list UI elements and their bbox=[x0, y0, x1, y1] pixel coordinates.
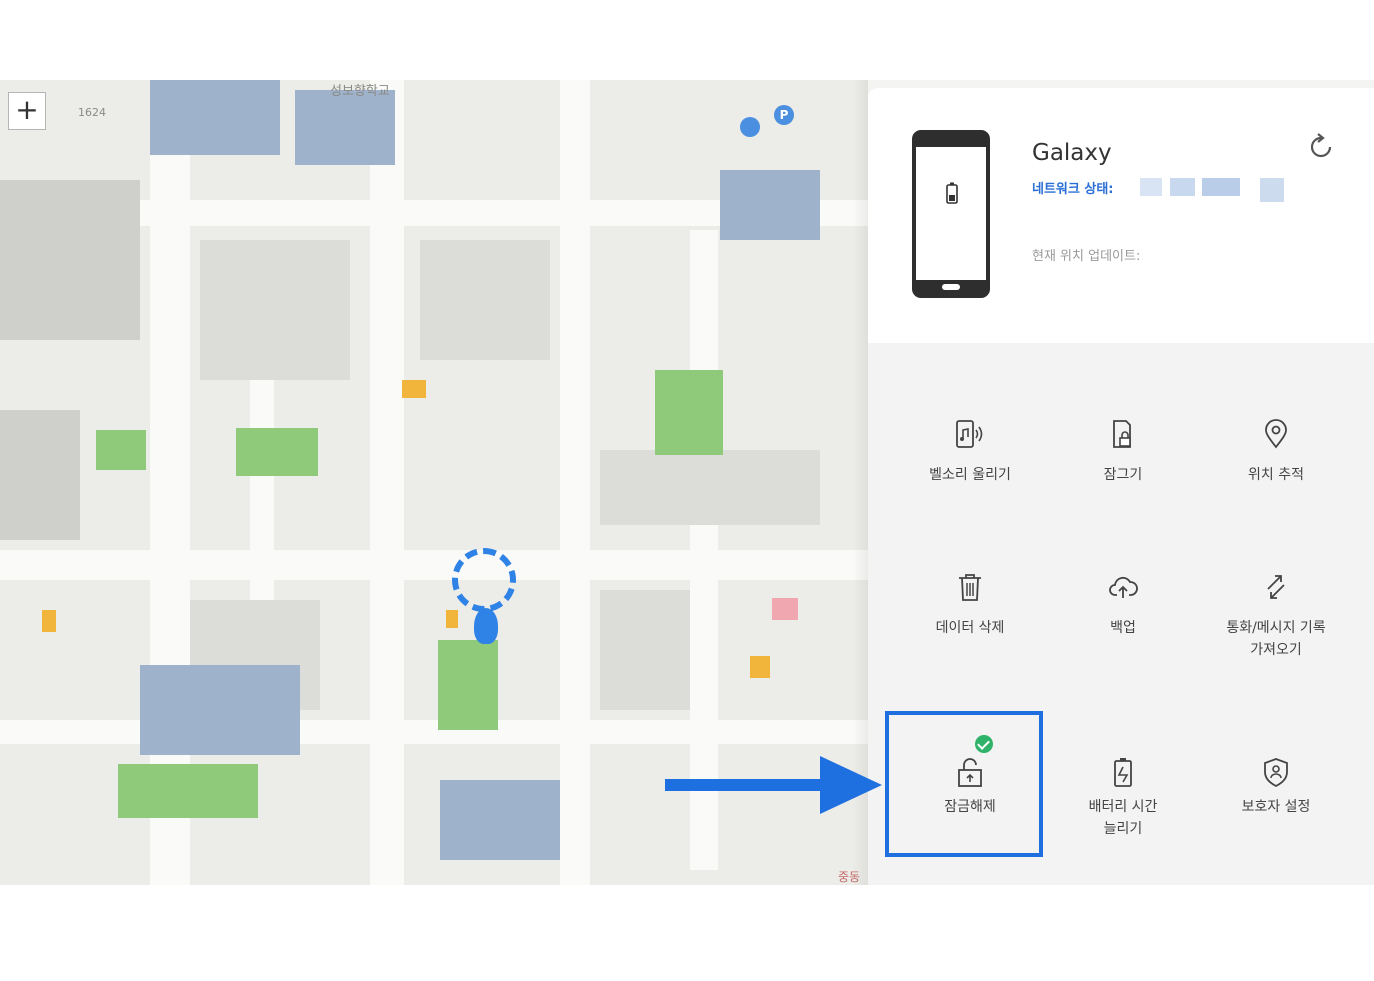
map-label: 1624 bbox=[78, 106, 106, 119]
map-building-blue bbox=[295, 90, 395, 165]
call-arrows-icon bbox=[1267, 575, 1285, 599]
trash-icon bbox=[959, 574, 981, 601]
action-label: 데이터 삭제 bbox=[935, 620, 1005, 636]
phone-icon bbox=[912, 130, 990, 298]
action-label: 보호자 설정 bbox=[1241, 799, 1311, 815]
refresh-icon[interactable] bbox=[1306, 132, 1336, 162]
parking-icon[interactable]: P bbox=[774, 105, 794, 125]
device-location-pin-icon[interactable] bbox=[474, 608, 498, 644]
action-backup-button[interactable]: 백업 bbox=[1048, 571, 1198, 711]
action-ring-button[interactable]: 벨소리 울리기 bbox=[895, 418, 1045, 558]
map-park bbox=[118, 764, 258, 818]
map-building bbox=[200, 240, 350, 380]
map-park bbox=[438, 640, 498, 730]
device-name: Galaxy bbox=[1032, 140, 1112, 166]
location-pin-icon bbox=[1265, 419, 1287, 449]
map-poi-marker[interactable] bbox=[42, 610, 56, 632]
action-label: 잠그기 bbox=[1103, 467, 1143, 483]
location-update-label: 현재 위치 업데이트: bbox=[1032, 249, 1141, 264]
map-building bbox=[600, 450, 820, 525]
action-label: 위치 추적 bbox=[1248, 467, 1304, 483]
map-building-blue bbox=[720, 170, 820, 240]
map-road bbox=[690, 230, 718, 870]
cloud-upload-icon bbox=[1109, 576, 1138, 598]
action-label: 통화/메시지 기록 가져오기 bbox=[1226, 620, 1326, 658]
device-info-card: Galaxy 네트워크 상태: 현재 위치 업데이트: bbox=[868, 88, 1374, 343]
action-lock-button[interactable]: 잠그기 bbox=[1048, 418, 1198, 558]
map-poi-marker[interactable] bbox=[446, 610, 458, 628]
map-poi-marker[interactable] bbox=[402, 380, 426, 398]
battery-icon bbox=[1114, 758, 1132, 787]
pointer-arrow-head-icon bbox=[820, 756, 882, 814]
map-view[interactable]: 성보향학교 1624 중동 P + bbox=[0, 80, 868, 885]
map-building-blue bbox=[140, 665, 300, 755]
lock-device-icon bbox=[1113, 420, 1131, 448]
action-erase-button[interactable]: 데이터 삭제 bbox=[895, 571, 1045, 711]
zoom-in-button[interactable]: + bbox=[8, 92, 46, 130]
map-park bbox=[236, 428, 318, 476]
network-status-value-redacted bbox=[1260, 178, 1284, 202]
action-label: 벨소리 울리기 bbox=[929, 467, 1011, 483]
ringtone-icon bbox=[956, 420, 983, 448]
map-park bbox=[96, 430, 146, 470]
action-retrieve-logs-button[interactable]: 통화/메시지 기록 가져오기 bbox=[1201, 571, 1351, 711]
action-guardian-button[interactable]: 보호자 설정 bbox=[1201, 756, 1351, 885]
action-label: 배터리 시간 늘리기 bbox=[1088, 799, 1158, 837]
device-location-ring bbox=[452, 548, 516, 612]
pointer-arrow-icon bbox=[665, 779, 825, 791]
map-park bbox=[655, 370, 723, 455]
map-building bbox=[420, 240, 550, 360]
find-my-mobile-screen: 성보향학교 1624 중동 P + Galaxy 네트워크 상태: 현재 위치 … bbox=[0, 80, 1374, 885]
map-poi-marker[interactable] bbox=[772, 598, 798, 620]
network-status-value-redacted bbox=[1140, 178, 1240, 196]
map-building bbox=[0, 410, 80, 540]
map-building-blue bbox=[440, 780, 560, 860]
shield-person-icon bbox=[1264, 758, 1288, 788]
network-status-label: 네트워크 상태: bbox=[1032, 182, 1114, 197]
battery-level-icon bbox=[946, 182, 958, 204]
map-road bbox=[0, 720, 868, 744]
action-battery-button[interactable]: 배터리 시간 늘리기 bbox=[1048, 756, 1198, 885]
map-building-blue bbox=[150, 80, 280, 155]
bus-stop-icon[interactable] bbox=[740, 117, 760, 137]
action-track-button[interactable]: 위치 추적 bbox=[1201, 418, 1351, 558]
map-label: 성보향학교 bbox=[330, 84, 390, 99]
unlock-highlight-box bbox=[885, 711, 1043, 857]
map-building bbox=[0, 180, 140, 340]
map-building bbox=[600, 590, 690, 710]
map-road bbox=[0, 550, 868, 580]
action-label: 백업 bbox=[1110, 620, 1136, 636]
map-poi-marker[interactable] bbox=[750, 656, 770, 678]
